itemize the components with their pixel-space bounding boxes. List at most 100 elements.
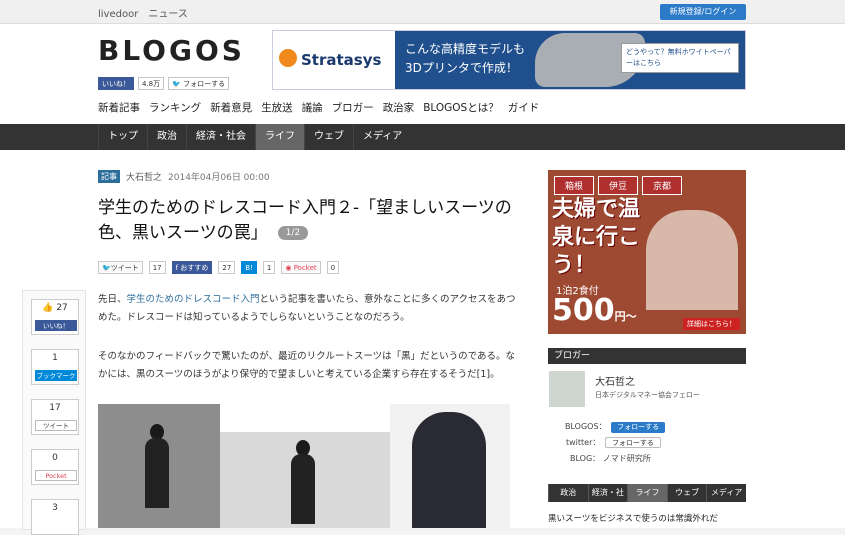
blogos-logo[interactable]: BLOGOS: [98, 34, 245, 67]
twitter-follow-row: twitter： フォローする: [566, 437, 661, 448]
ad-line1: こんな高精度モデルも: [405, 42, 526, 56]
right-article-link[interactable]: 黒いスーツをビジネスで使うのは常識外れだ: [548, 512, 718, 524]
right-ad[interactable]: 箱根 伊豆 京都 夫婦で温泉に行こう！ 1泊2食付 500円〜 詳細はこちら！: [548, 170, 746, 334]
category-nav: トップ 政治 経済・社会 ライフ ウェブ メディア: [0, 124, 845, 150]
tab-top[interactable]: トップ: [98, 124, 147, 150]
ad-price: 500円〜: [552, 293, 637, 328]
title-line1: 学生のためのドレスコード入門２-「望ましいスーツの: [98, 198, 512, 218]
article-meta: 記事 大石哲之 2014年04月06日 00:00: [98, 170, 270, 183]
left-share-column: 👍 27 いいね！ 1 ブックマーク 17 ツイート 0 Pocket 3: [22, 290, 86, 535]
nav-bloggers[interactable]: ブロガー: [332, 100, 374, 115]
tab-economy[interactable]: 経済・社会: [186, 124, 255, 150]
blogos-follow-row: BLOGOS： フォローする: [565, 421, 666, 433]
extra-share-box: 3: [31, 499, 79, 535]
thumbs-up-icon: 👍 27: [42, 303, 68, 313]
article-link[interactable]: 学生のためのドレスコード入門: [127, 294, 260, 305]
pocket-count: 0: [326, 261, 340, 274]
fb-like-side-button[interactable]: いいね！: [35, 320, 77, 331]
twitter-follow-label: フォローする: [183, 80, 226, 88]
fb-like-button[interactable]: いいね！: [98, 77, 134, 90]
article-paragraph-2: そのなかのフィードバックで驚いたのが、最近のリクルートスーツは「黒」だというので…: [98, 351, 516, 380]
rtab-web[interactable]: ウェブ: [666, 484, 707, 502]
ad-woman-image: [646, 210, 738, 310]
top-ad-banner[interactable]: Stratasys こんな高精度モデルも 3Dプリンタで作成！ どうやって？無料…: [272, 30, 746, 90]
share-bar: 🐦ツイート 17 f おすすめ 27 B! 1 ◉ Pocket 0: [98, 261, 340, 274]
ad-details-button[interactable]: 詳細はこちら！: [683, 318, 740, 330]
header: BLOGOS いいね！ 4.8万 🐦 フォローする Stratasys こんな高…: [0, 24, 845, 124]
page-indicator: 1/2: [277, 226, 309, 240]
logo-social: いいね！ 4.8万 🐦 フォローする: [98, 77, 230, 91]
stratasys-logo-icon: [279, 49, 297, 67]
top-bar: livedoor ニュース 新規登録/ログイン: [0, 0, 845, 24]
blog-link[interactable]: ノマド研究所: [603, 454, 651, 463]
article-date: 2014年04月06日 00:00: [168, 173, 270, 183]
ad-line2: 3Dプリンタで作成！: [405, 61, 518, 75]
hatena-count: 1: [262, 261, 276, 274]
ad-main: こんな高精度モデルも 3Dプリンタで作成！ どうやって？無料ホワイトペーパーはこ…: [395, 31, 745, 89]
fb-like-box: 👍 27 いいね！: [31, 299, 79, 335]
rtab-life[interactable]: ライフ: [627, 484, 667, 502]
ad-dest-izu: 伊豆: [598, 176, 639, 195]
tab-life[interactable]: ライフ: [255, 124, 304, 150]
hatena-button[interactable]: B!: [241, 261, 257, 274]
pocket-label: Pocket: [293, 264, 317, 272]
ad-dest-kyoto: 京都: [642, 176, 683, 195]
ad-cta[interactable]: どうやって？無料ホワイトペーパーはこちら: [621, 43, 739, 73]
tweet-side-count: 17: [49, 403, 61, 413]
rtab-politics[interactable]: 政治: [548, 484, 588, 502]
pocket-box: 0 Pocket: [31, 449, 79, 485]
site-name[interactable]: livedoor ニュース: [98, 5, 188, 20]
tab-politics[interactable]: 政治: [147, 124, 186, 150]
like-count: 27: [56, 303, 68, 313]
twitter-follow-button[interactable]: 🐦 フォローする: [168, 77, 230, 90]
blogger-name[interactable]: 大石哲之: [595, 373, 635, 388]
primary-nav: 新着記事 ランキング 新着意見 生放送 議論 ブロガー 政治家 BLOGOSとは…: [98, 100, 539, 115]
photo-student-street: [98, 404, 220, 528]
tab-web[interactable]: ウェブ: [304, 124, 353, 150]
ad-destinations: 箱根 伊豆 京都: [554, 176, 683, 195]
nav-new-opinions[interactable]: 新着意見: [210, 100, 252, 115]
nav-ranking[interactable]: ランキング: [149, 100, 201, 115]
article-photos: [98, 404, 514, 528]
hatena-side-count: 1: [52, 353, 58, 363]
rtab-media[interactable]: メディア: [706, 484, 746, 502]
blogger-role: 日本デジタルマネー協会フェロー: [595, 391, 700, 399]
article-author[interactable]: 大石哲之: [126, 170, 162, 183]
tweet-label: ツイート: [110, 264, 139, 272]
fb-recommend-button[interactable]: f おすすめ: [171, 261, 213, 274]
rtab-economy[interactable]: 経済・社会: [587, 484, 628, 515]
pocket-button[interactable]: ◉ Pocket: [281, 261, 321, 274]
nav-new-articles[interactable]: 新着記事: [98, 100, 140, 115]
title-line2: 色、黒いスーツの罠」: [98, 223, 268, 243]
tab-media[interactable]: メディア: [353, 124, 411, 150]
ad-headline: 夫婦で温泉に行こう！: [552, 197, 641, 278]
blogger-avatar[interactable]: [549, 371, 585, 407]
tweet-side-button[interactable]: ツイート: [35, 420, 77, 431]
article-title: 学生のためのドレスコード入門２-「望ましいスーツの 色、黒いスーツの罠」 1/2: [98, 196, 518, 246]
signup-login-button[interactable]: 新規登録/ログイン: [660, 4, 746, 20]
nav-guide[interactable]: ガイド: [508, 100, 540, 115]
hatena-side-button[interactable]: ブックマーク: [35, 370, 77, 381]
pocket-side-count: 0: [52, 453, 58, 463]
tweet-button[interactable]: 🐦ツイート: [98, 261, 143, 274]
nav-politicians[interactable]: 政治家: [383, 100, 415, 115]
nav-live[interactable]: 生放送: [261, 100, 293, 115]
ad-brand: Stratasys: [273, 31, 395, 89]
blogos-follow-button[interactable]: フォローする: [611, 422, 666, 433]
fb-recommend-label: おすすめ: [180, 264, 209, 272]
fb-count: 27: [218, 261, 236, 274]
tweet-count: 17: [148, 261, 166, 274]
pocket-side-button[interactable]: Pocket: [35, 470, 77, 481]
blog-row: BLOG： ノマド研究所: [570, 454, 651, 463]
fb-like-count: 4.8万: [138, 77, 165, 90]
nav-about[interactable]: BLOGOSとは？: [423, 100, 499, 115]
article-tag: 記事: [98, 170, 120, 183]
photo-student-indoor: [220, 432, 390, 528]
hatena-box: 1 ブックマーク: [31, 349, 79, 385]
nav-debate[interactable]: 議論: [302, 100, 323, 115]
twitter-follow-side-button[interactable]: フォローする: [604, 437, 661, 448]
article-paragraph-1: 先日、学生のためのドレスコード入門という記事を書いたら、意外なことに多くのアクセ…: [98, 294, 516, 323]
extra-share-count: 3: [52, 503, 58, 513]
blogger-heading: ブロガー: [548, 348, 746, 364]
right-category-nav: 政治 経済・社会 ライフ ウェブ メディア: [548, 484, 746, 515]
